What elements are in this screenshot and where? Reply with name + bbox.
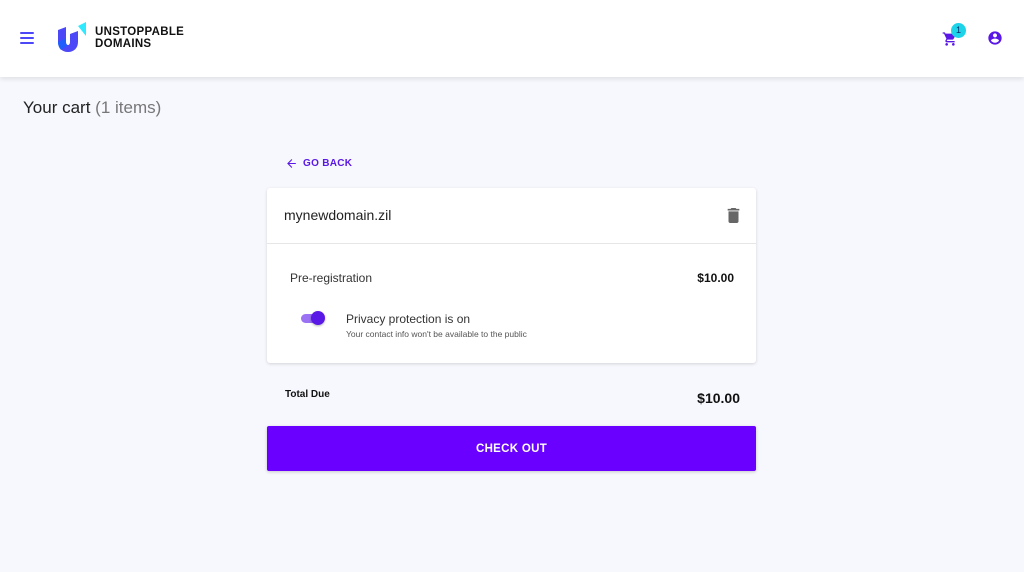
page-title-text: Your cart bbox=[23, 98, 91, 117]
line-item-label: Pre-registration bbox=[290, 271, 373, 285]
unstoppable-domains-logo-icon bbox=[58, 22, 86, 52]
arrow-left-icon bbox=[287, 159, 296, 168]
account-circle-icon[interactable] bbox=[987, 30, 1003, 46]
privacy-subtitle: Your contact info won't be available to … bbox=[346, 329, 527, 339]
top-app-bar: UNSTOPPABLE DOMAINS 1 bbox=[0, 0, 1024, 77]
cart-count-badge: 1 bbox=[951, 23, 966, 38]
cart-item-count: (1 items) bbox=[95, 98, 162, 117]
logo-text: UNSTOPPABLE DOMAINS bbox=[95, 26, 184, 50]
logo[interactable]: UNSTOPPABLE DOMAINS bbox=[56, 22, 184, 54]
checkout-button[interactable]: CHECK OUT bbox=[267, 426, 756, 471]
total-due-label: Total Due bbox=[285, 389, 330, 400]
privacy-protection-toggle[interactable] bbox=[299, 311, 325, 325]
toggle-knob bbox=[311, 311, 325, 325]
cart-item-card: mynewdomain.zil Pre-registration $10.00 … bbox=[267, 188, 756, 363]
logo-text-line1: UNSTOPPABLE bbox=[95, 26, 185, 38]
line-item-price: $10.00 bbox=[697, 271, 734, 285]
go-back-link[interactable]: GO BACK bbox=[285, 157, 352, 170]
logo-text-line2: DOMAINS bbox=[95, 38, 152, 50]
menu-icon[interactable] bbox=[20, 31, 36, 45]
page-title: Your cart (1 items) bbox=[23, 98, 161, 118]
total-due-value: $10.00 bbox=[697, 390, 740, 406]
privacy-title: Privacy protection is on bbox=[346, 312, 471, 326]
go-back-label: GO BACK bbox=[303, 158, 353, 169]
trash-icon[interactable] bbox=[727, 208, 740, 223]
cart-item-header: mynewdomain.zil bbox=[267, 188, 756, 244]
domain-name: mynewdomain.zil bbox=[284, 207, 392, 223]
